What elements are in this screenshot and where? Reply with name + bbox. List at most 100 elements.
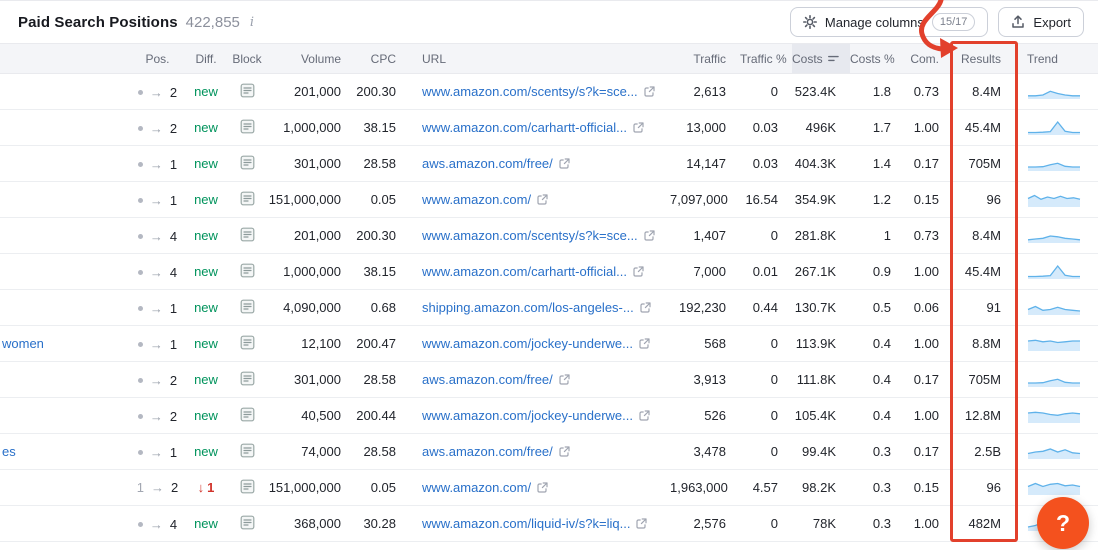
cell-keyword [0, 469, 130, 506]
column-header-cpc[interactable]: CPC [355, 43, 410, 74]
cell-trend [1015, 325, 1098, 362]
cell-trend [1015, 433, 1098, 470]
cell-diff: ↓ 1 [185, 469, 227, 506]
diff-new-badge: new [194, 408, 218, 423]
cell-url: www.amazon.com/jockey-underwe... [410, 397, 670, 434]
cell-diff: new [185, 361, 227, 398]
table-row: → 2 new 1,000,000 38.15 www.amazon.com/ca… [0, 109, 1098, 146]
cell-costs-pct: 0.4 [850, 325, 905, 362]
trend-sparkline [1028, 120, 1080, 135]
block-ad-icon [240, 335, 254, 349]
export-label: Export [1033, 14, 1071, 30]
column-header-com[interactable]: Com. [905, 43, 953, 74]
url-link[interactable]: shipping.amazon.com/los-angeles-... [422, 300, 651, 315]
cell-costs-pct: 0.3 [850, 469, 905, 506]
cell-block[interactable] [227, 397, 267, 434]
cell-block[interactable] [227, 253, 267, 290]
current-position: 2 [171, 480, 179, 495]
cell-costs-pct: 0.9 [850, 253, 905, 290]
current-position: 2 [169, 409, 178, 424]
url-link[interactable]: www.amazon.com/carhartt-official... [422, 120, 644, 135]
trend-sparkline [1027, 194, 1081, 207]
column-header-traffic-pct[interactable]: Traffic % [740, 43, 792, 74]
cell-cpc: 38.15 [355, 109, 410, 146]
cell-costs: 98.2K [792, 469, 850, 506]
column-header-volume[interactable]: Volume [267, 43, 355, 74]
info-icon[interactable]: i [248, 15, 256, 30]
panel-header: Paid Search Positions 422,855 i Manage c… [0, 0, 1098, 43]
block-ad-icon [240, 371, 254, 385]
cell-volume: 151,000,000 [267, 181, 355, 218]
cell-traffic-pct: 0 [740, 433, 792, 470]
column-header-trend: Trend [1015, 43, 1098, 74]
url-link[interactable]: aws.amazon.com/free/ [422, 372, 570, 387]
url-link[interactable]: www.amazon.com/scentsy/s?k=sce... [422, 228, 655, 243]
keyword-link[interactable]: es [2, 444, 16, 459]
cell-traffic-pct: 0 [740, 217, 792, 254]
export-button[interactable]: Export [998, 7, 1084, 37]
column-header-diff[interactable]: Diff. [185, 43, 227, 74]
cell-block[interactable] [227, 433, 267, 470]
table-row: 1 → 2 ↓ 1 151,000,000 0.05 www.amazon.com/ … [0, 469, 1098, 506]
column-header-block[interactable]: Block [227, 43, 267, 74]
cell-block[interactable] [227, 469, 267, 506]
cell-costs-pct: 1 [850, 217, 905, 254]
help-button[interactable]: ? [1037, 497, 1089, 549]
column-header-results[interactable]: Results [953, 43, 1015, 74]
manage-columns-label: Manage columns [824, 14, 924, 30]
manage-columns-button[interactable]: Manage columns 15/17 [789, 7, 989, 37]
url-link[interactable]: www.amazon.com/ [422, 480, 548, 495]
position-arrow-icon: → [149, 409, 163, 424]
table-row: → 1 new 301,000 28.58 aws.amazon.com/free… [0, 145, 1098, 182]
diff-new-badge: new [194, 336, 218, 351]
external-link-icon [639, 338, 650, 349]
cell-block[interactable] [227, 181, 267, 218]
cell-diff: new [185, 433, 227, 470]
column-header-traffic[interactable]: Traffic [670, 43, 740, 74]
cell-traffic-pct: 0 [740, 73, 792, 110]
column-header-costs-pct[interactable]: Costs % [850, 43, 905, 74]
url-link[interactable]: www.amazon.com/scentsy/s?k=sce... [422, 84, 655, 99]
cell-block[interactable] [227, 325, 267, 362]
cell-block[interactable] [227, 289, 267, 326]
cell-volume: 74,000 [267, 433, 355, 470]
cell-block[interactable] [227, 73, 267, 110]
cell-keyword [0, 181, 130, 218]
cell-results: 96 [953, 469, 1015, 506]
block-ad-icon [240, 155, 254, 169]
cell-block[interactable] [227, 145, 267, 182]
url-link[interactable]: www.amazon.com/jockey-underwe... [422, 408, 650, 423]
cell-com: 0.15 [905, 181, 953, 218]
cell-url: www.amazon.com/scentsy/s?k=sce... [410, 73, 670, 110]
export-icon [1011, 15, 1025, 29]
external-link-icon [559, 158, 570, 169]
url-link[interactable]: www.amazon.com/carhartt-official... [422, 264, 644, 279]
cell-traffic: 7,000 [670, 253, 740, 290]
keyword-link[interactable]: women [2, 336, 44, 351]
table-row: → 2 new 201,000 200.30 www.amazon.com/sce… [0, 73, 1098, 110]
cell-block[interactable] [227, 109, 267, 146]
column-header-url[interactable]: URL [410, 43, 670, 74]
url-link[interactable]: aws.amazon.com/free/ [422, 156, 570, 171]
cell-block[interactable] [227, 505, 267, 542]
url-link[interactable]: www.amazon.com/jockey-underwe... [422, 336, 650, 351]
cell-cpc: 28.58 [355, 361, 410, 398]
cell-block[interactable] [227, 361, 267, 398]
url-link[interactable]: www.amazon.com/liquid-iv/s?k=liq... [422, 516, 648, 531]
column-header-costs[interactable]: Costs [792, 43, 850, 74]
no-previous-position-dot [137, 450, 143, 455]
cell-costs: 404.3K [792, 145, 850, 182]
cell-volume: 40,500 [267, 397, 355, 434]
cell-position: → 2 [130, 397, 185, 434]
column-header-pos[interactable]: Pos. [130, 43, 185, 74]
cell-block[interactable] [227, 217, 267, 254]
url-link[interactable]: aws.amazon.com/free/ [422, 444, 570, 459]
cell-volume: 201,000 [267, 73, 355, 110]
no-previous-position-dot [137, 234, 143, 239]
cell-keyword [0, 109, 130, 146]
paid-search-positions-table: Pos. Diff. Block Volume CPC URL Traffic … [0, 43, 1098, 542]
cell-com: 1.00 [905, 253, 953, 290]
cell-results: 705M [953, 361, 1015, 398]
cell-position: → 1 [130, 181, 185, 218]
url-link[interactable]: www.amazon.com/ [422, 192, 548, 207]
